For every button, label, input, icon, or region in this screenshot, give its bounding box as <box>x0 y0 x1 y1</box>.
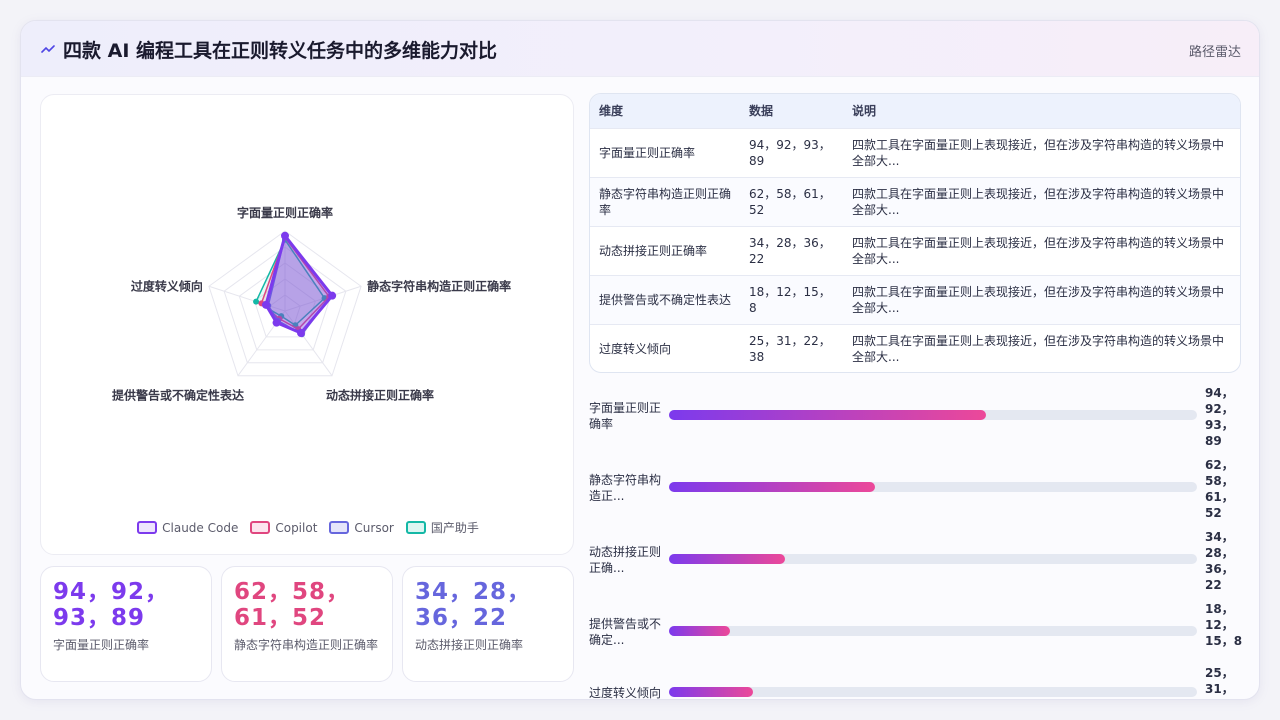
radar-axis-label: 静态字符串构造正则正确率 <box>367 278 511 293</box>
stat-card-static: 62，58，61，52 静态字符串构造正则正确率 <box>221 566 393 682</box>
stat-card-dynamic: 34，28，36，22 动态拼接正则正确率 <box>402 566 574 682</box>
table-cell-description: 四款工具在字面量正则上表现接近，但在涉及字符串构造的转义场景中全部大... <box>852 333 1225 364</box>
page-title: 四款 AI 编程工具在正则转义任务中的多维能力对比 <box>63 40 498 62</box>
table-cell-dimension: 静态字符串构造正则正确率 <box>599 186 732 217</box>
bar-row: 动态拼接正则正确... 34，28，36，22 <box>589 527 1249 599</box>
bar-fill <box>669 687 754 697</box>
legend-swatch-claude-code <box>137 521 158 534</box>
bar-fill <box>669 626 730 636</box>
radar-point <box>272 318 281 327</box>
legend-label-cursor: Cursor <box>354 520 394 535</box>
legend-label-claude-code: Claude Code <box>162 520 239 535</box>
stat-value: 94，92，93，89 <box>53 579 170 631</box>
bar-track <box>669 482 1197 492</box>
table-cell-dimension: 字面量正则正确率 <box>599 145 696 160</box>
radar-axis-label: 字面量正则正确率 <box>237 205 333 220</box>
bar-value: 18，12，15，8 <box>1205 602 1243 648</box>
radar-axis-label: 动态拼接正则正确率 <box>326 388 434 403</box>
table-row: 字面量正则正确率 94，92，93，89 四款工具在字面量正则上表现接近，但在涉… <box>590 128 1240 177</box>
table-cell-description: 四款工具在字面量正则上表现接近，但在涉及字符串构造的转义场景中全部大... <box>852 284 1225 315</box>
legend-item-claude-code[interactable]: Claude Code <box>137 519 238 536</box>
legend-swatch-domestic <box>405 521 426 534</box>
legend-swatch-copilot <box>250 521 271 534</box>
bar-value: 62，58，61，52 <box>1205 458 1234 520</box>
table-cell-data: 62，58，61，52 <box>749 186 831 217</box>
bar-row: 提供警告或不确定... 18，12，15，8 <box>589 599 1249 671</box>
radar-chart-card: 字面量正则正确率静态字符串构造正则正确率动态拼接正则正确率 提供警告或不确定性表达… <box>40 94 574 555</box>
bar-label: 提供警告或不确定... <box>589 617 662 647</box>
trend-icon <box>41 45 55 53</box>
legend-swatch-cursor <box>329 521 350 534</box>
stat-value: 34，28，36，22 <box>415 579 532 631</box>
bar-track <box>669 410 1197 420</box>
stat-card-literal: 94，92，93，89 字面量正则正确率 <box>40 566 212 682</box>
bar-value: 34，28，36，22 <box>1205 530 1234 592</box>
bar-value: 25，31，22，38 <box>1205 666 1234 699</box>
radar-series-area <box>264 234 334 335</box>
table-cell-data: 25，31，22，38 <box>749 333 831 364</box>
bar-label: 静态字符串构造正... <box>589 473 662 503</box>
dashboard-frame: 四款 AI 编程工具在正则转义任务中的多维能力对比 路径雷达 字面量正则正确率静… <box>20 20 1260 700</box>
bar-label: 字面量正则正确率 <box>589 401 662 431</box>
table-cell-dimension: 动态拼接正则正确率 <box>599 243 708 258</box>
bar-label: 过度转义倾向 <box>589 686 662 700</box>
bar-label: 动态拼接正则正确... <box>589 545 662 575</box>
header-tag: 路径雷达 <box>1188 45 1241 60</box>
table-header-data: 数据 <box>749 104 774 119</box>
table-row: 过度转义倾向 25，31，22，38 四款工具在字面量正则上表现接近，但在涉及字… <box>590 324 1240 372</box>
table-cell-data: 94，92，93，89 <box>749 137 831 168</box>
table-cell-description: 四款工具在字面量正则上表现接近，但在涉及字符串构造的转义场景中全部大... <box>852 235 1225 266</box>
radar-axis-label: 提供警告或不确定性表达 <box>112 388 244 403</box>
table-row: 动态拼接正则正确率 34，28，36，22 四款工具在字面量正则上表现接近，但在… <box>590 226 1240 275</box>
stat-label: 字面量正则正确率 <box>53 638 150 652</box>
bar-track <box>669 626 1197 636</box>
legend-item-domestic[interactable]: 国产助手 <box>405 519 479 536</box>
table-cell-description: 四款工具在字面量正则上表现接近，但在涉及字符串构造的转义场景中全部大... <box>852 186 1225 217</box>
bar-fill <box>669 482 875 492</box>
radar-point <box>261 300 270 309</box>
legend-item-cursor[interactable]: Cursor <box>329 519 394 536</box>
stat-label: 动态拼接正则正确率 <box>415 638 524 652</box>
table-header-row: 维度 数据 说明 <box>590 94 1240 128</box>
bar-track <box>669 687 1197 697</box>
data-table-card: 维度 数据 说明 字面量正则正确率 94，92，93，89 四款工具在字面量正则… <box>589 93 1241 373</box>
stat-label: 静态字符串构造正则正确率 <box>234 638 379 652</box>
legend-label-domestic: 国产助手 <box>430 521 479 535</box>
table-cell-data: 34，28，36，22 <box>749 235 831 266</box>
table-cell-dimension: 过度转义倾向 <box>599 341 672 356</box>
table-row: 静态字符串构造正则正确率 62，58，61，52 四款工具在字面量正则上表现接近… <box>590 177 1240 226</box>
radar-point <box>281 231 289 240</box>
radar-point <box>296 329 305 338</box>
bar-value: 94，92，93，89 <box>1205 386 1234 448</box>
table-row: 提供警告或不确定性表达 18，12，15，8 四款工具在字面量正则上表现接近，但… <box>590 275 1240 324</box>
bar-row: 过度转义倾向 25，31，22，38 <box>589 666 1249 700</box>
bar-row: 字面量正则正确率 94，92，93，89 <box>589 383 1249 455</box>
table-cell-data: 18，12，15，8 <box>749 284 831 315</box>
header-bar: 四款 AI 编程工具在正则转义任务中的多维能力对比 路径雷达 <box>21 21 1259 77</box>
chart-legend: Claude Code Copilot Cursor 国产助手 <box>41 519 575 536</box>
bar-row: 静态字符串构造正... 62，58，61，52 <box>589 455 1249 527</box>
table-cell-dimension: 提供警告或不确定性表达 <box>599 292 732 307</box>
radar-chart: 字面量正则正确率静态字符串构造正则正确率动态拼接正则正确率 提供警告或不确定性表达… <box>112 205 511 403</box>
legend-label-copilot: Copilot <box>275 520 318 535</box>
table-header-dimension: 维度 <box>599 104 624 119</box>
data-table: 维度 数据 说明 字面量正则正确率 94，92，93，89 四款工具在字面量正则… <box>590 94 1240 372</box>
bar-fill <box>669 410 986 420</box>
bar-track <box>669 554 1197 564</box>
legend-item-copilot[interactable]: Copilot <box>250 519 317 536</box>
table-cell-description: 四款工具在字面量正则上表现接近，但在涉及字符串构造的转义场景中全部大... <box>852 137 1225 168</box>
table-header-description: 说明 <box>852 104 877 119</box>
bar-fill <box>669 554 786 564</box>
stat-value: 62，58，61，52 <box>234 579 351 631</box>
radar-point <box>328 291 337 300</box>
radar-axis-label: 过度转义倾向 <box>131 278 203 293</box>
bar-list: 字面量正则正确率 94，92，93，89 静态字符串构造正... 62，58，6… <box>589 383 1249 700</box>
radar-point <box>253 298 260 305</box>
